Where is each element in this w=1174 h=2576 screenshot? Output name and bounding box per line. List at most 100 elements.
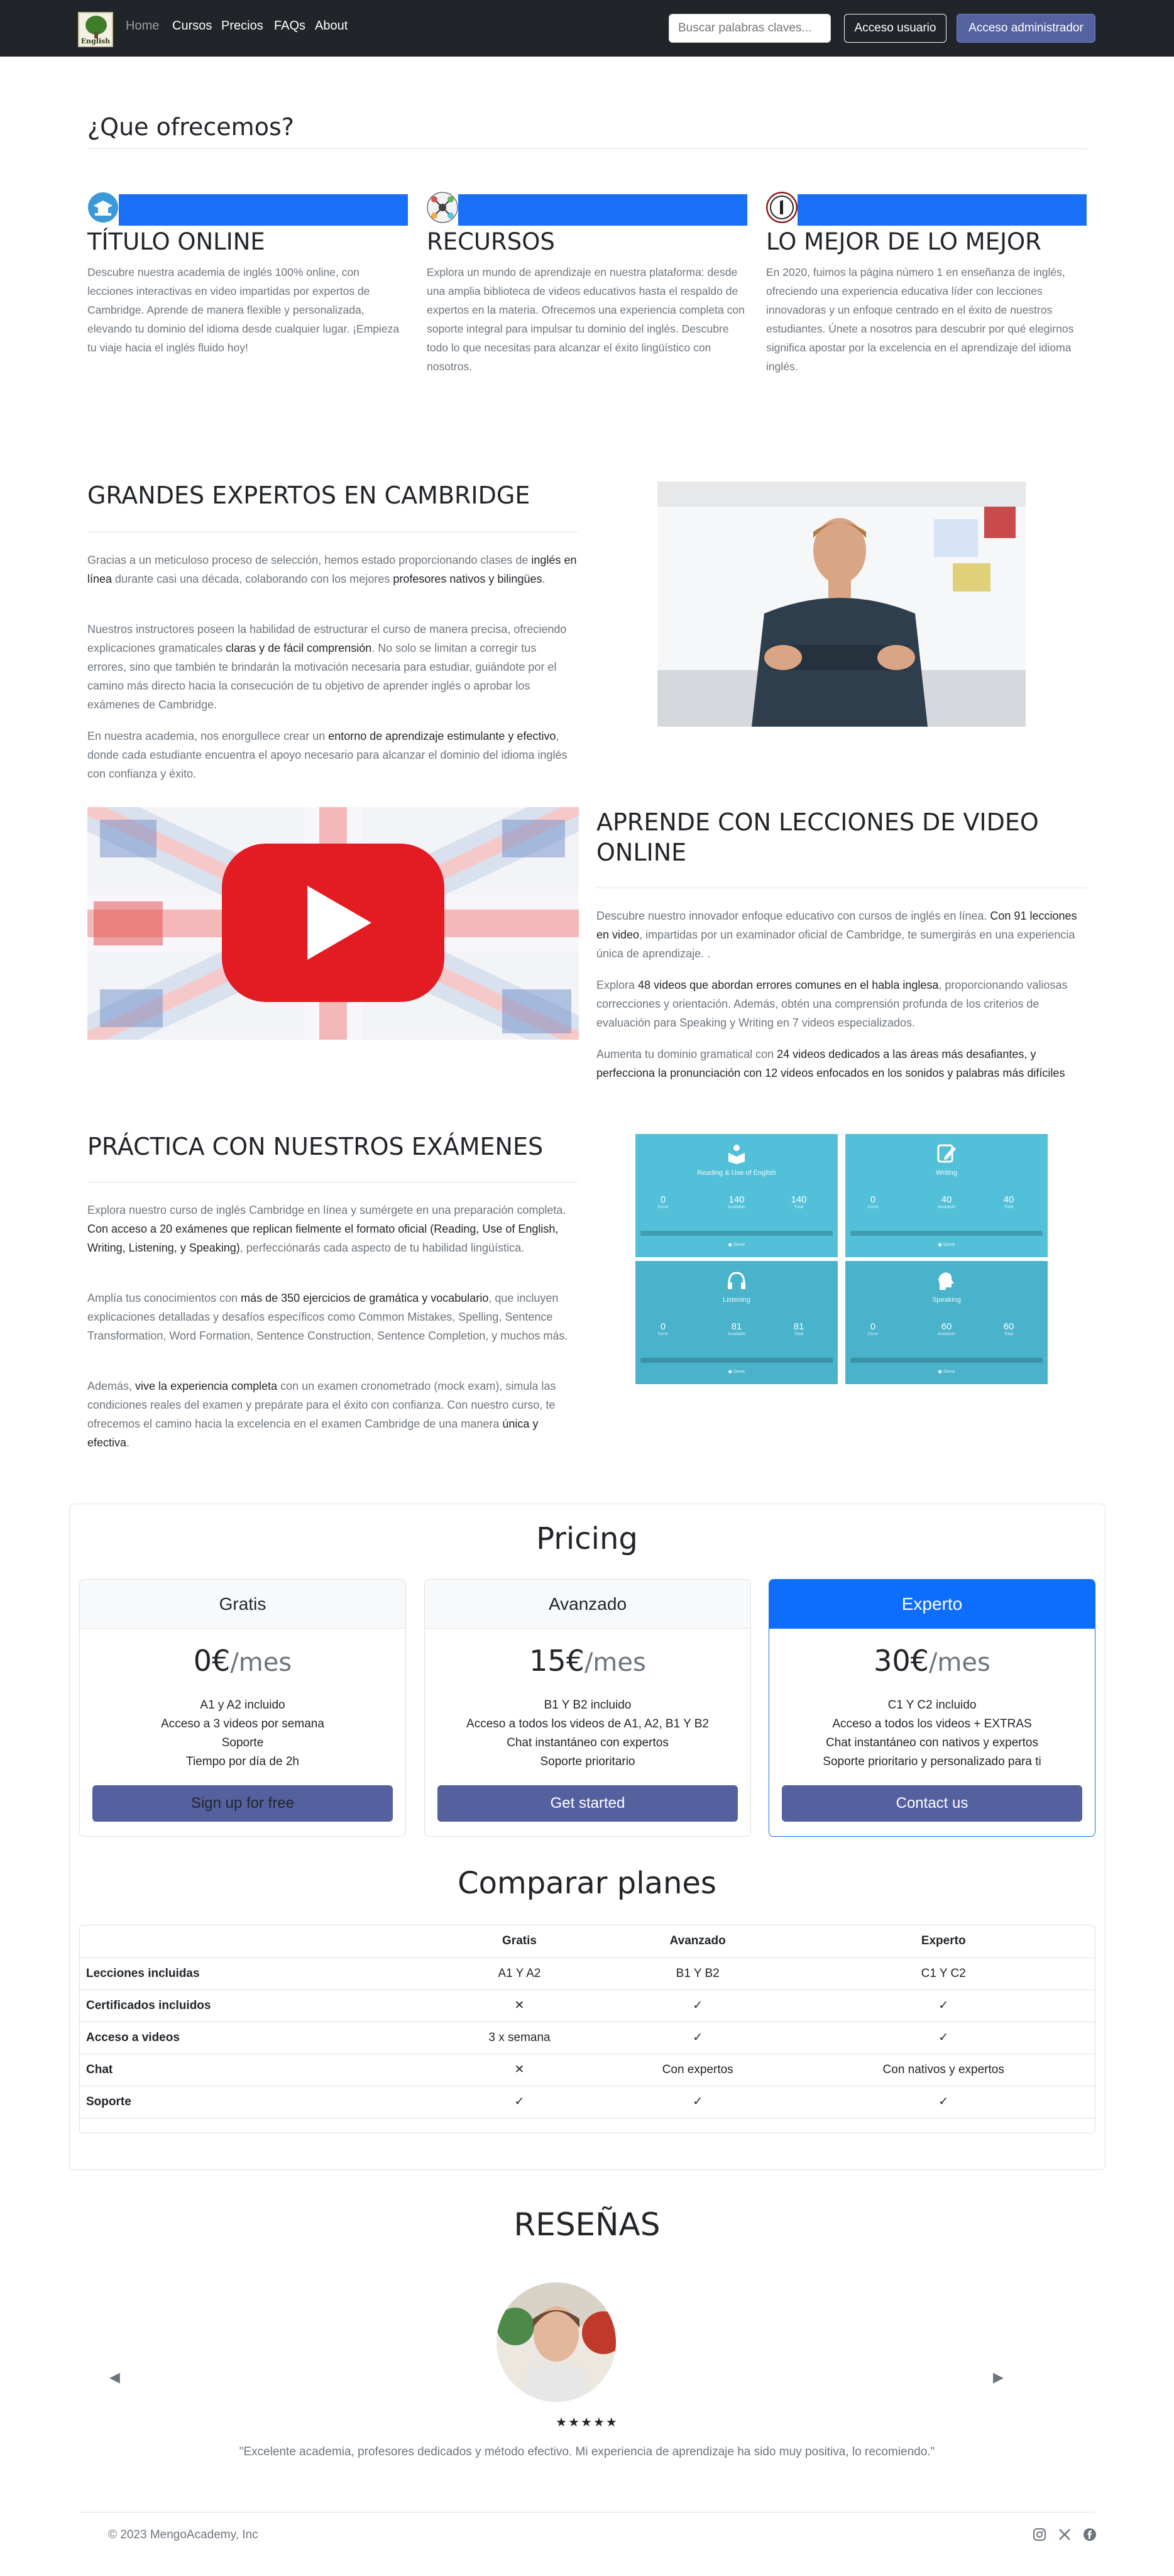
table-header: Gratis <box>502 1934 537 1948</box>
nav-link-about[interactable]: About <box>315 19 348 33</box>
plan-name: Avanzado <box>425 1580 750 1629</box>
exam-card-title: Listening <box>722 1296 751 1304</box>
feature-title: TÍTULO ONLINE <box>87 228 265 255</box>
table-header: Experto <box>921 1934 966 1948</box>
video-paragraph-3: Aumenta tu dominio gramatical con 24 vid… <box>596 1048 1065 1079</box>
exam-card-reading[interactable]: Reading & Use of English 0 Done 140 Availabl… <box>635 1134 838 1257</box>
exam-card-progress-bar <box>640 1358 833 1363</box>
site-logo[interactable]: English <box>78 12 113 47</box>
experts-paragraph-1: Gracias a un meticuloso proceso de selec… <box>87 554 577 585</box>
youtube-banner <box>87 807 579 1040</box>
plan-card-avanzado: Avanzado 15€/mes B1 Y B2 incluido Acceso … <box>424 1579 751 1837</box>
exam-card-stat: 60 Available <box>937 1321 956 1336</box>
plan-name: Experto <box>769 1580 1095 1629</box>
video-title: APRENDE CON LECCIONES DE VIDEO ONLINE <box>596 808 1039 866</box>
exam-card-stat: 140 Available <box>727 1194 746 1209</box>
nav-link-faqs[interactable]: FAQs <box>274 19 305 33</box>
feature-title: LO MEJOR DE LO MEJOR <box>766 228 1041 255</box>
exam-card-progress-bar <box>850 1358 1043 1363</box>
table-row: Chat ✕ Con expertos Con nativos y expert… <box>80 2053 1095 2086</box>
offer-title: ¿Que ofrecemos? <box>87 113 294 141</box>
sign-up-free-button[interactable]: Sign up for free <box>92 1785 393 1822</box>
exam-card-stat: 0 Done <box>657 1321 669 1336</box>
table-header: Avanzado <box>669 1934 726 1948</box>
exam-card-speaking[interactable]: Speaking 0 Done 60 Available 60 Total ● Done <box>845 1261 1048 1384</box>
table-row: Soporte ✓ ✓ ✓ <box>80 2085 1095 2118</box>
exam-card-footer: ● Done <box>728 1242 745 1247</box>
exam-card-stat: 81 Available <box>727 1321 746 1336</box>
exam-card-stat: 0 Done <box>867 1194 879 1209</box>
facebook-icon[interactable] <box>1082 2527 1097 2542</box>
rating-stars: ★★★★★ <box>556 2414 618 2430</box>
teacher-photo <box>657 482 1026 727</box>
plan-name: Gratis <box>80 1580 405 1629</box>
feature-bar <box>119 194 408 226</box>
user-login-button[interactable]: Acceso usuario <box>844 14 946 43</box>
nav-link-cursos[interactable]: Cursos <box>172 19 212 33</box>
carousel-prev-button[interactable]: ◀ <box>109 2370 120 2386</box>
feature-text: Explora un mundo de aprendizaje en nuest… <box>427 266 745 373</box>
feature-bar <box>798 194 1087 226</box>
exam-card-stat: 81 Total <box>793 1321 804 1336</box>
exam-card-stat: 140 Total <box>791 1194 807 1209</box>
plan-price: 30€/mes <box>874 1644 990 1678</box>
pencil-icon <box>936 1143 957 1164</box>
exam-card-progress-bar <box>640 1231 833 1236</box>
speaking-head-icon <box>936 1270 957 1291</box>
feature-text: En 2020, fuimos la página número 1 en en… <box>766 266 1074 373</box>
carousel-next-button[interactable]: ▶ <box>993 2370 1004 2386</box>
compare-table: Gratis Avanzado Experto Lecciones inclui… <box>79 1925 1095 2133</box>
feature-bar <box>458 194 747 226</box>
footer-divider <box>79 2512 1095 2513</box>
search-input[interactable] <box>669 14 831 43</box>
experts-paragraph-3: En nuestra academia, nos enorgullece cre… <box>87 730 568 780</box>
video-paragraph-2: Explora 48 videos que abordan errores co… <box>596 979 1068 1029</box>
headphones-icon <box>726 1270 747 1291</box>
exam-card-listening[interactable]: Listening 0 Done 81 Available 81 Total ● Done <box>635 1261 838 1384</box>
plan-card-gratis: Gratis 0€/mes A1 y A2 incluido Acceso a 3… <box>79 1579 406 1837</box>
exam-card-stat: 60 Total <box>1003 1321 1014 1336</box>
exam-card-stat: 40 Total <box>1003 1194 1014 1209</box>
exam-card-footer: ● Done <box>728 1369 745 1374</box>
plan-features: A1 y A2 incluido Acceso a 3 videos por se… <box>161 1698 324 1768</box>
reviews-title: RESEÑAS <box>513 2206 661 2243</box>
plan-features: C1 Y C2 incluido Acceso a todos los video… <box>823 1698 1041 1768</box>
exam-card-title: Reading & Use of English <box>697 1169 776 1177</box>
reviewer-avatar <box>496 2282 616 2402</box>
feature-text: Descubre nuestra academia de inglés 100%… <box>87 266 400 354</box>
exams-paragraph-3: Además, vive la experiencia completa con… <box>87 1380 556 1449</box>
exam-card-progress-bar <box>850 1231 1043 1236</box>
logo-text: English <box>80 37 111 45</box>
nav-link-precios[interactable]: Precios <box>221 19 263 33</box>
contact-us-button[interactable]: Contact us <box>782 1785 1082 1822</box>
instagram-icon[interactable] <box>1032 2527 1047 2542</box>
nav-link-home[interactable]: Home <box>126 19 159 33</box>
exam-card-footer: ● Done <box>938 1369 955 1374</box>
table-row: Lecciones incluidas A1 Y A2 B1 Y B2 C1 Y… <box>80 1957 1095 1990</box>
exam-card-writing[interactable]: Writing 0 Done 40 Available 40 Total ● Done <box>845 1134 1048 1257</box>
exams-paragraph-2: Amplía tus conocimientos con más de 350 … <box>87 1292 568 1342</box>
compare-title: Comparar planes <box>458 1866 716 1901</box>
exam-stats-grid: Reading & Use of English 0 Done 140 Availabl… <box>635 1134 1048 1384</box>
pricing-title: Pricing <box>536 1521 638 1556</box>
footer-copyright: © 2023 MengoAcademy, Inc <box>108 2528 258 2541</box>
network-icon <box>427 192 458 223</box>
admin-login-button[interactable]: Acceso administrador <box>957 14 1095 43</box>
feature-title: RECURSOS <box>427 228 555 255</box>
exam-card-stat: 40 Available <box>937 1194 956 1209</box>
table-header <box>80 1925 436 1957</box>
get-started-button[interactable]: Get started <box>437 1785 738 1822</box>
plan-card-experto: Experto 30€/mes C1 Y C2 incluido Acceso a… <box>769 1579 1095 1837</box>
navbar: English Home Cursos Precios FAQs About A… <box>0 0 1174 57</box>
graduation-icon <box>87 192 119 223</box>
plan-price: 0€/mes <box>193 1644 292 1678</box>
number-one-icon <box>766 192 798 223</box>
video-paragraph-1: Descubre nuestro innovador enfoque educa… <box>596 910 1077 960</box>
x-twitter-icon[interactable] <box>1057 2527 1072 2542</box>
exam-card-title: Writing <box>935 1169 958 1177</box>
table-row: Acceso a videos 3 x semana ✓ ✓ <box>80 2021 1095 2054</box>
exam-card-footer: ● Done <box>938 1242 955 1247</box>
exams-title: PRÁCTICA CON NUESTROS EXÁMENES <box>87 1133 544 1160</box>
plan-price: 15€/mes <box>529 1644 646 1678</box>
experts-title: GRANDES EXPERTOS EN CAMBRIDGE <box>87 482 530 509</box>
